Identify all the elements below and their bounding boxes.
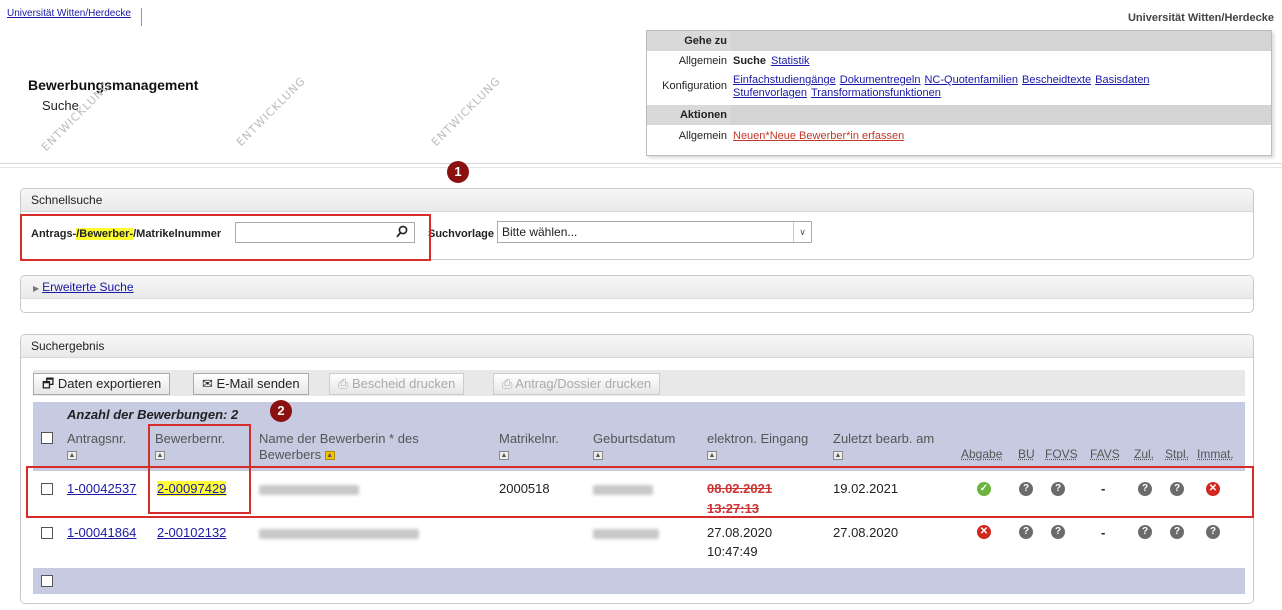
question-icon: ?: [1051, 525, 1065, 539]
col-name[interactable]: Name der Bewerberin * des Bewerbers ▲: [259, 431, 459, 463]
university-tab-link[interactable]: Universität Witten/Herdecke: [5, 8, 142, 26]
watermark: ENTWICKLUNG: [428, 74, 504, 149]
zuletzt-value: 27.08.2020: [833, 525, 899, 540]
page-title: Bewerbungsmanagement: [28, 77, 199, 93]
sort-icon: ▲: [593, 451, 603, 461]
extended-search-link[interactable]: Erweiterte Suche: [42, 280, 133, 294]
highlight-box-quicksearch: [20, 214, 431, 261]
printer-icon: ⎙: [338, 376, 353, 391]
link-einfachstudiengaenge[interactable]: Einfachstudiengänge: [733, 74, 836, 86]
link-statistik[interactable]: Statistik: [771, 55, 810, 67]
link-stufenvorlagen[interactable]: Stufenvorlagen: [733, 87, 807, 99]
link-new-applicant[interactable]: Neuen*Neue Bewerber*in erfassen: [733, 130, 904, 142]
goto-row-label: Konfiguration: [662, 80, 727, 92]
blurred-birthdate: [593, 529, 659, 539]
watermark: ENTWICKLUNG: [233, 74, 309, 149]
export-button[interactable]: 🗗 Daten exportieren: [33, 373, 171, 395]
eingang-date: 27.08.2020: [707, 525, 773, 540]
col-fovs[interactable]: FOVS: [1045, 446, 1078, 462]
export-icon: 🗗: [42, 376, 58, 391]
print-dossier-button[interactable]: ⎙ Antrag/Dossier drucken: [493, 373, 661, 395]
sort-icon: ▲: [833, 451, 843, 461]
goto-panel: Gehe zu Allgemein Suche Statistik Konfigu…: [646, 30, 1272, 156]
sort-icon: ▲: [67, 451, 77, 461]
vorlage-label: Suchvorlage: [428, 228, 495, 240]
select-all-checkbox[interactable]: [41, 432, 53, 444]
col-eingang[interactable]: elektron. Eingang ▲: [707, 431, 808, 463]
bewerbernr-link[interactable]: 2-00102132: [157, 525, 226, 540]
col-bu[interactable]: BU: [1018, 446, 1035, 462]
results-table-footer: [33, 568, 1245, 594]
step-marker: 2: [270, 400, 292, 422]
results-toolbar: 🗗 Daten exportieren ✉ E-Mail senden ⎙ Be…: [33, 370, 1245, 396]
question-icon: ?: [1206, 525, 1220, 539]
blurred-name: [259, 529, 419, 539]
col-geburt[interactable]: Geburtsdatum ▲: [593, 431, 675, 463]
sort-icon: ▲: [499, 451, 509, 461]
question-icon: ?: [1019, 525, 1033, 539]
col-zul[interactable]: Zul.: [1134, 446, 1154, 462]
brand-name: Universität Witten/Herdecke: [1127, 12, 1274, 24]
col-stpl[interactable]: Stpl.: [1165, 446, 1189, 462]
col-matrikel[interactable]: Matrikelnr. ▲: [499, 431, 559, 463]
col-zuletzt[interactable]: Zuletzt bearb. am ▲: [833, 431, 934, 463]
eingang-time: 10:47:49: [707, 544, 758, 559]
link-basisdaten[interactable]: Basisdaten: [1095, 74, 1149, 86]
col-antragsnr[interactable]: Antragsnr. ▲: [67, 431, 126, 463]
actions-heading: Aktionen: [679, 109, 727, 121]
top-bar: Universität Witten/Herdecke Universität …: [0, 0, 1282, 26]
question-icon: ?: [1138, 525, 1152, 539]
table-row: 1-00041864 2-00102132 27.08.2020 10:47:4…: [33, 523, 1245, 567]
goto-row-label: Allgemein: [678, 55, 727, 67]
email-button[interactable]: ✉ E-Mail senden: [193, 373, 309, 395]
link-bescheidtexte[interactable]: Bescheidtexte: [1022, 74, 1091, 86]
print-bescheid-button[interactable]: ⎙ Bescheid drucken: [329, 373, 465, 395]
antragsnr-link[interactable]: 1-00041864: [67, 525, 136, 540]
col-immat[interactable]: Immat.: [1197, 446, 1234, 462]
extended-search-panel: ▶ Erweiterte Suche: [20, 275, 1254, 313]
col-abgabe[interactable]: Abgabe: [961, 446, 1002, 462]
favs-value: -: [1101, 525, 1106, 540]
sort-icon: ▲: [707, 451, 717, 461]
goto-heading: Gehe zu: [684, 35, 727, 47]
current-page-suche: Suche: [733, 55, 767, 67]
link-nc-quotenfamilien[interactable]: NC-Quotenfamilien: [924, 74, 1018, 86]
triangle-right-icon: ▶: [33, 284, 40, 293]
results-title: Suchergebnis: [21, 335, 1253, 358]
result-count: Anzahl der Bewerbungen: 2: [67, 407, 239, 422]
chevron-down-icon: ∨: [793, 222, 811, 242]
link-transformationsfunktionen[interactable]: Transformationsfunktionen: [811, 87, 941, 99]
error-icon: ✕: [977, 525, 991, 539]
highlight-box-row: [26, 466, 1254, 518]
step-marker: 1: [447, 161, 469, 183]
printer-icon: ⎙: [502, 376, 516, 391]
vorlage-select[interactable]: Bitte wählen... ∨: [497, 221, 812, 243]
goto-row-label: Allgemein: [678, 130, 727, 142]
quicksearch-title: Schnellsuche: [21, 189, 1253, 212]
footer-checkbox[interactable]: [41, 575, 53, 587]
mail-icon: ✉: [202, 376, 217, 391]
link-dokumentregeln[interactable]: Dokumentregeln: [840, 74, 921, 86]
row-checkbox[interactable]: [41, 527, 53, 539]
col-favs[interactable]: FAVS: [1090, 446, 1120, 462]
question-icon: ?: [1170, 525, 1184, 539]
sort-icon: ▲: [324, 451, 335, 461]
